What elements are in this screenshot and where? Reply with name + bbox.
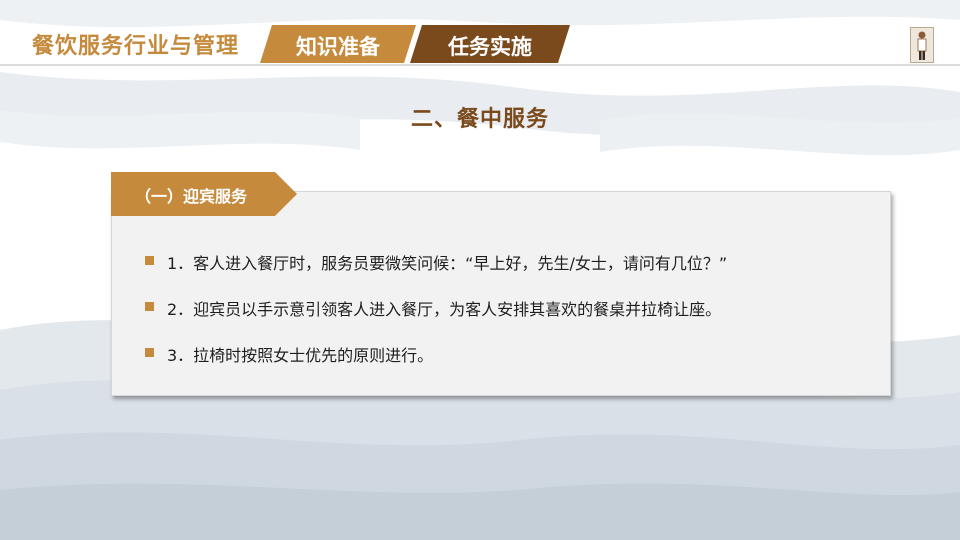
square-bullet-icon bbox=[145, 256, 154, 265]
subsection-heading-label: （一）迎宾服务 bbox=[135, 187, 248, 206]
waiter-figure-icon bbox=[910, 27, 934, 63]
tab-label: 知识准备 bbox=[296, 35, 380, 59]
course-title: 餐饮服务行业与管理 bbox=[32, 34, 240, 59]
list-item-text: 3．拉椅时按照女士优先的原则进行。 bbox=[167, 346, 434, 365]
tab-label: 任务实施 bbox=[448, 35, 532, 59]
square-bullet-icon bbox=[145, 348, 154, 357]
list-item-text: 2．迎宾员以手示意引领客人进入餐厅，为客人安排其喜欢的餐桌并拉椅让座。 bbox=[167, 300, 722, 319]
tab-knowledge-preparation[interactable]: 知识准备 bbox=[260, 25, 416, 63]
header-bar: 餐饮服务行业与管理 知识准备 任务实施 bbox=[0, 0, 960, 72]
list-item-text: 1．客人进入餐厅时，服务员要微笑问候：“早上好，先生/女士，请问有几位？” bbox=[167, 254, 728, 273]
subsection-heading: （一）迎宾服务 bbox=[111, 172, 297, 216]
square-bullet-icon bbox=[145, 302, 154, 311]
person-icon bbox=[917, 31, 927, 60]
header-divider bbox=[0, 64, 960, 66]
tab-task-implementation[interactable]: 任务实施 bbox=[410, 25, 570, 63]
section-title: 二、餐中服务 bbox=[410, 107, 549, 132]
